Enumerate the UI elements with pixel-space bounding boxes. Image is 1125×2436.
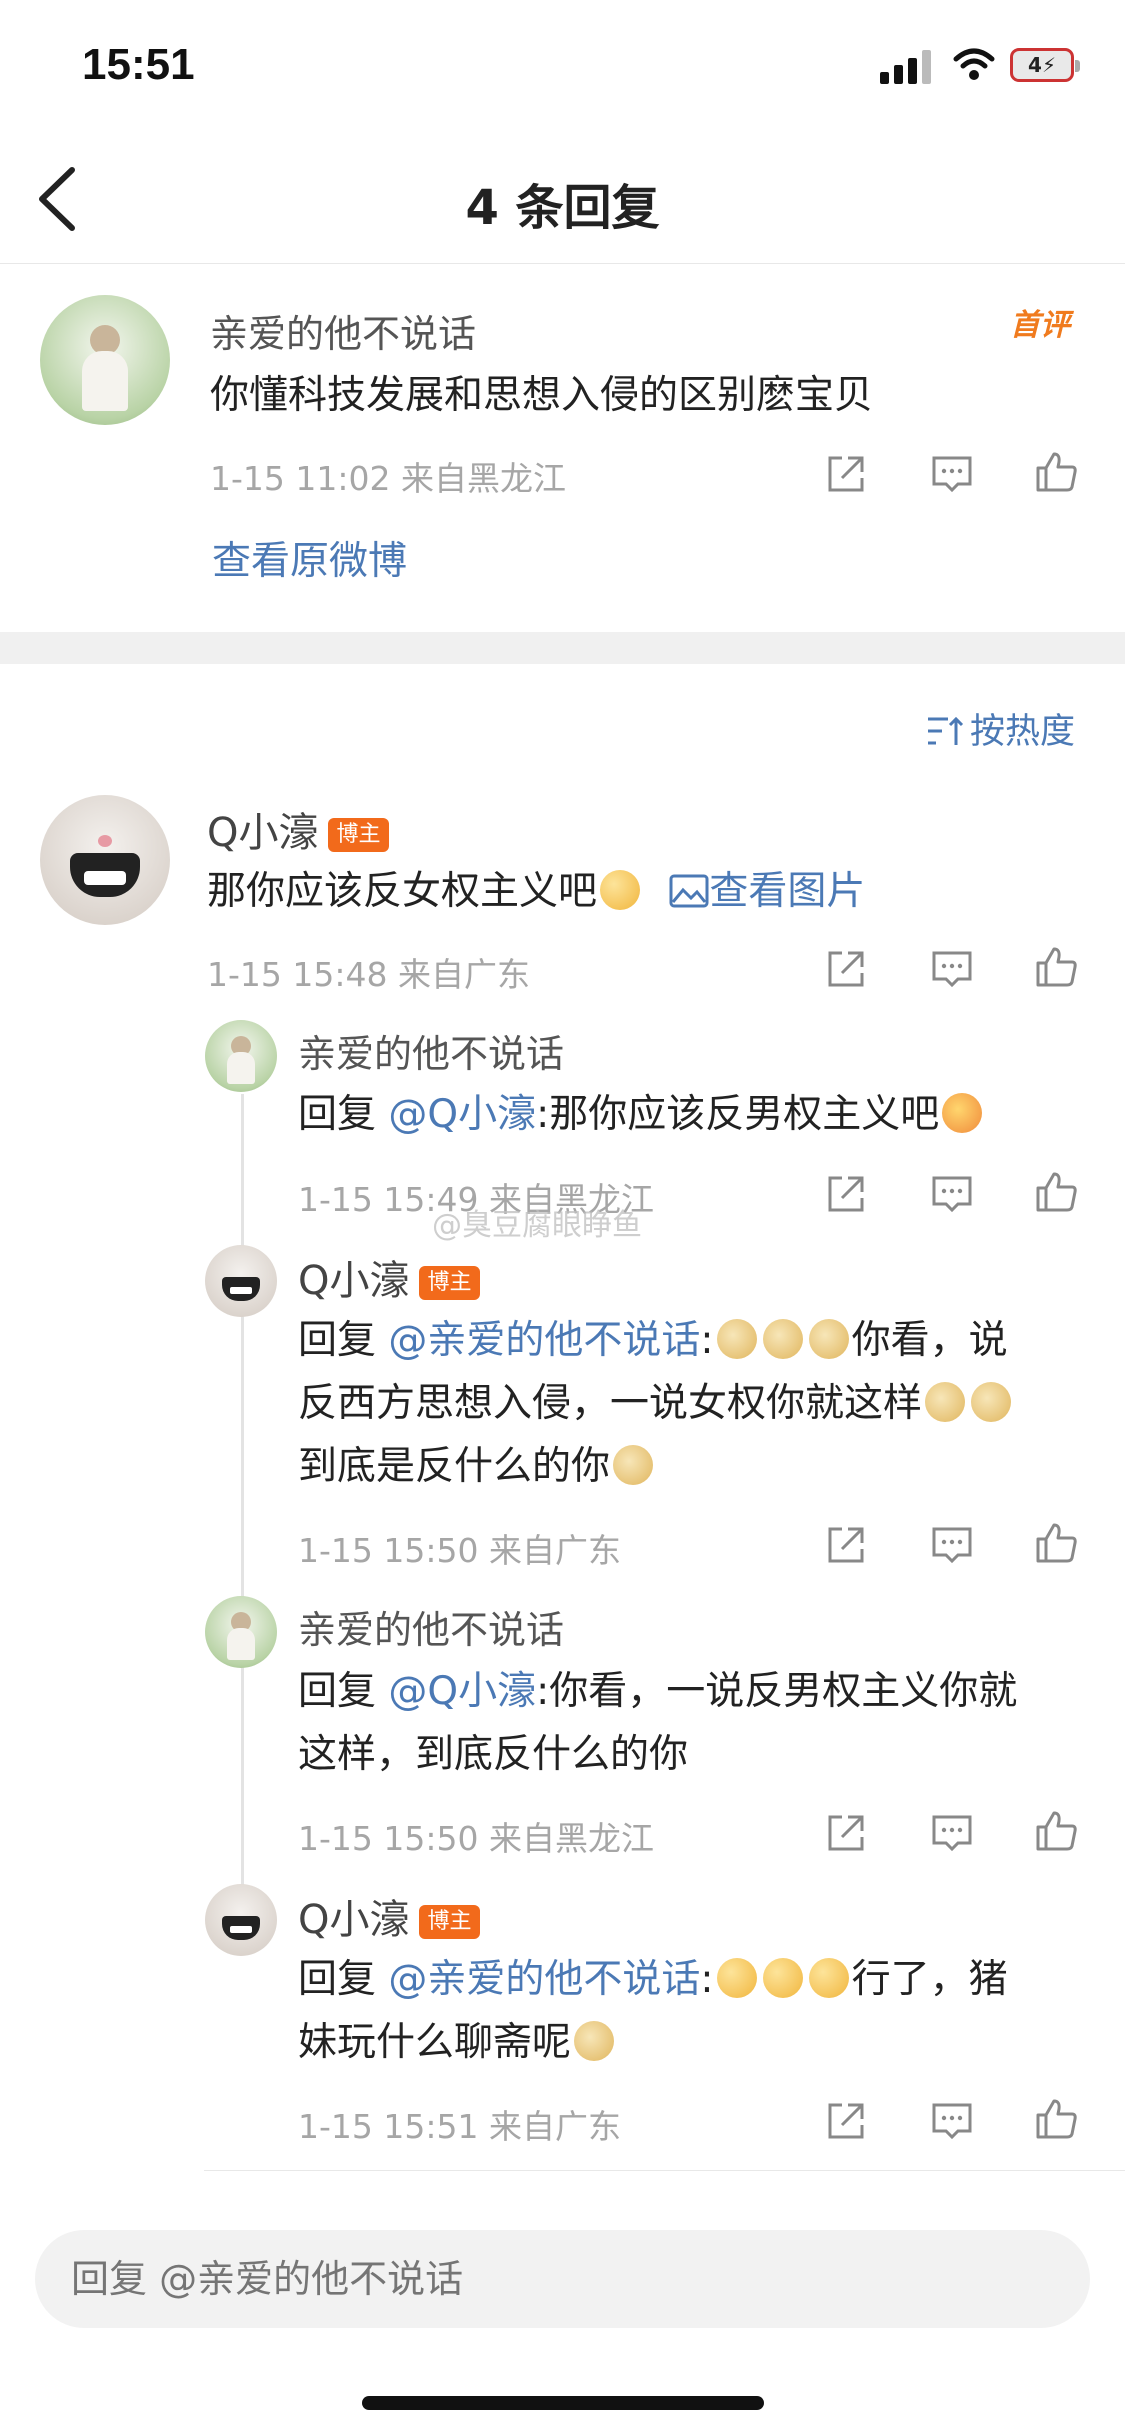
comment-meta: 1-15 11:02 来自黑龙江 [210, 459, 566, 498]
comment-icon[interactable] [928, 1170, 976, 1218]
reply-body: 行了，猪 [851, 1957, 1008, 2002]
share-icon[interactable] [822, 450, 870, 498]
share-icon[interactable] [822, 1170, 870, 1218]
comment-text: 那你应该反女权主义吧 查看图片 [207, 860, 865, 923]
commenter-name-text[interactable]: Q小濠 [298, 1897, 409, 1943]
page-title: 4 条回复 [465, 180, 660, 236]
view-image-label: 查看图片 [709, 869, 866, 914]
comment-meta: 1-15 15:50 来自黑龙江 [298, 1819, 654, 1858]
reply-text: 回复 @Q小濠:那你应该反男权主义吧 [298, 1083, 985, 1146]
mention-link[interactable]: @亲爱的他不说话 [388, 1957, 700, 2002]
status-time: 15:51 [82, 40, 195, 89]
battery-level: 4 [1028, 53, 1042, 77]
reply-body: :那你应该反男权主义吧 [536, 1092, 940, 1137]
comment-meta: 1-15 15:48 来自广东 [207, 955, 530, 994]
reply-prefix: 回复 [298, 1957, 389, 2002]
view-original-post-link[interactable]: 查看原微博 [212, 530, 407, 586]
avatar[interactable] [205, 1596, 277, 1668]
reply-input[interactable] [35, 2230, 1087, 2328]
commenter-name-text[interactable]: Q小濠 [207, 810, 318, 856]
divider [0, 263, 1125, 264]
like-icon[interactable] [1032, 1807, 1080, 1855]
commenter-name: Q小濠 博主 [298, 1887, 480, 1945]
battery-icon: 4⚡ [1010, 48, 1080, 82]
commenter-name: Q小濠 博主 [207, 800, 389, 858]
excited-emoji-icon [942, 1093, 983, 1133]
reply-body: 妹玩什么聊斋呢 [298, 2020, 572, 2065]
reply-text: 回复 @Q小濠:你看，一说反男权主义你就 这样，到底反什么的你 [298, 1660, 1098, 1786]
avatar[interactable] [40, 295, 170, 425]
mention-link[interactable]: @亲爱的他不说话 [388, 1318, 700, 1363]
commenter-name: Q小濠 博主 [298, 1248, 480, 1306]
like-icon[interactable] [1032, 1168, 1080, 1216]
like-icon[interactable] [1032, 2095, 1080, 2143]
reply-body: 到底是反什么的你 [298, 1444, 611, 1489]
reply-prefix: 回复 [298, 1669, 389, 1714]
comment-icon[interactable] [928, 1809, 976, 1857]
divider [204, 2170, 1125, 2171]
blogger-badge: 博主 [419, 1266, 480, 1300]
doge-emoji-icon [613, 1445, 654, 1485]
commenter-name-text[interactable]: Q小濠 [298, 1258, 409, 1304]
comment-meta: 1-15 15:50 来自广东 [298, 1531, 621, 1570]
sort-icon [928, 716, 964, 745]
reply-body: 你看，说 [851, 1318, 1008, 1363]
reply-prefix: 回复 [298, 1318, 389, 1363]
blogger-badge: 博主 [419, 1905, 480, 1939]
view-image-link[interactable]: 查看图片 [669, 869, 865, 914]
like-icon[interactable] [1032, 448, 1080, 496]
comment-icon[interactable] [928, 450, 976, 498]
comment-icon[interactable] [928, 945, 976, 993]
reply-text: 回复 @亲爱的他不说话: 你看，说 反西方思想入侵，一说女权你就这样 到底是反什么… [298, 1309, 1098, 1498]
share-icon[interactable] [822, 2097, 870, 2145]
commenter-name[interactable]: 亲爱的他不说话 [298, 1023, 564, 1078]
doge-emoji-icon [762, 1319, 803, 1359]
image-icon [669, 874, 709, 908]
thinking-emoji-icon [808, 1958, 849, 1998]
reply-body: 这样，到底反什么的你 [298, 1732, 689, 1777]
share-icon[interactable] [822, 945, 870, 993]
doge-emoji-icon [971, 1382, 1012, 1422]
doge-emoji-icon [808, 1319, 849, 1359]
watermark: @臭豆腐眼睁鱼 [432, 1208, 642, 1243]
avatar[interactable] [40, 795, 170, 925]
reply-prefix: 回复 [298, 1092, 389, 1137]
like-icon[interactable] [1032, 943, 1080, 991]
doge-emoji-icon [574, 2021, 615, 2061]
commenter-name[interactable]: 亲爱的他不说话 [298, 1599, 564, 1654]
comment-body: 那你应该反女权主义吧 [207, 869, 598, 914]
blogger-badge: 博主 [328, 818, 389, 852]
share-icon[interactable] [822, 1809, 870, 1857]
sort-label: 按热度 [970, 712, 1076, 752]
doge-emoji-icon [925, 1382, 966, 1422]
comment-text: 你懂科技发展和思想入侵的区别麽宝贝 [210, 373, 874, 418]
thread-line [241, 1094, 244, 1904]
sort-button[interactable]: 按热度 [926, 703, 1075, 754]
reply-input-container[interactable] [35, 2230, 1090, 2328]
mention-link[interactable]: @Q小濠 [388, 1669, 536, 1714]
reply-body: 反西方思想入侵，一说女权你就这样 [298, 1381, 923, 1426]
signal-icon [880, 48, 932, 84]
mention-link[interactable]: @Q小濠 [388, 1092, 536, 1137]
thinking-emoji-icon [600, 870, 641, 910]
avatar[interactable] [205, 1245, 277, 1317]
commenter-name[interactable]: 亲爱的他不说话 [210, 303, 476, 358]
doge-emoji-icon [716, 1319, 757, 1359]
avatar[interactable] [205, 1020, 277, 1092]
thinking-emoji-icon [716, 1958, 757, 1998]
share-icon[interactable] [822, 1521, 870, 1569]
reply-text: 回复 @亲爱的他不说话: 行了，猪 妹玩什么聊斋呢 [298, 1957, 1008, 2065]
reply-body: :你看，一说反男权主义你就 [536, 1669, 1018, 1714]
home-indicator [362, 2396, 764, 2410]
comment-meta: 1-15 15:51 来自广东 [298, 2107, 621, 2146]
comment-icon[interactable] [928, 2097, 976, 2145]
first-comment-tag: 首评 [1010, 308, 1070, 343]
comment-icon[interactable] [928, 1521, 976, 1569]
wifi-icon [953, 48, 995, 80]
avatar[interactable] [205, 1884, 277, 1956]
section-divider [0, 632, 1125, 664]
like-icon[interactable] [1032, 1519, 1080, 1567]
thinking-emoji-icon [762, 1958, 803, 1998]
